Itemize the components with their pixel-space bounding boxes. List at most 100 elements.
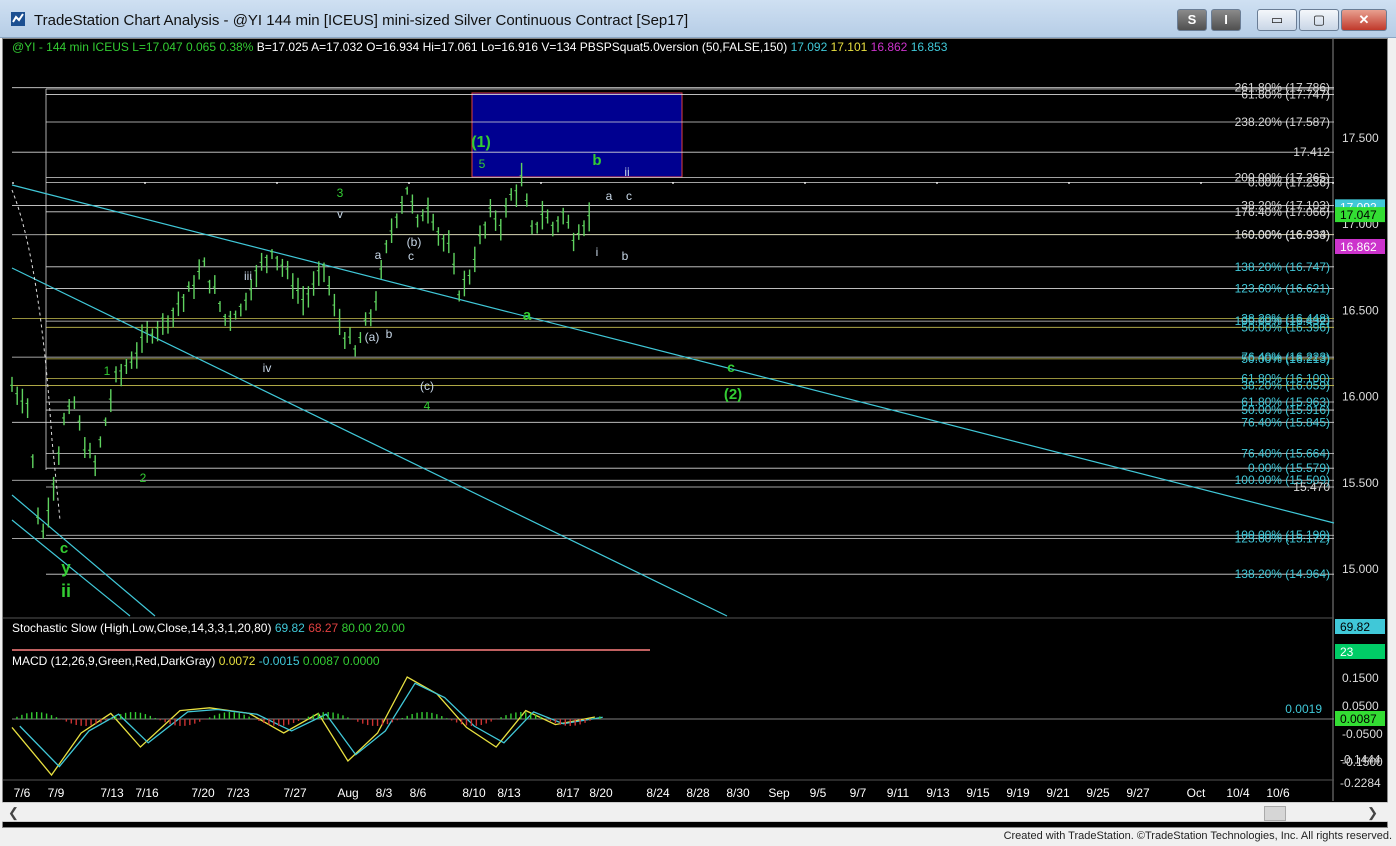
symbol-label: @YI - 144 min ICEUS (12, 40, 129, 54)
symbol-link-i-button[interactable]: I (1211, 9, 1241, 31)
time-axis-tick: 7/6 (14, 786, 31, 800)
open-price: O=16.934 (366, 40, 420, 54)
macd-axis-tick: 0.0500 (1342, 699, 1379, 713)
wave-label: a (606, 189, 613, 203)
time-axis-tick: 9/13 (926, 786, 950, 800)
time-axis-tick: 9/19 (1006, 786, 1030, 800)
wave-label: iv (263, 361, 272, 375)
window-title: TradeStation Chart Analysis - @YI 144 mi… (34, 12, 689, 29)
trendline (11, 184, 1335, 524)
macd-label: MACD (12,26,9,Green,Red,DarkGray) (12, 654, 216, 668)
fib-level-label: 15.470 (1293, 480, 1330, 494)
fib-level-label: 176.40% (17.066) (1235, 205, 1330, 219)
fib-level-label: 138.20% (16.747) (1235, 260, 1330, 274)
fib-level-label: 123.60% (15.172) (1235, 531, 1330, 545)
stochastic-k: 69.82 (274, 621, 305, 635)
time-axis-tick: 8/17 (556, 786, 580, 800)
wave-label: ii (61, 581, 71, 601)
macd-zero: 0.0000 (342, 654, 380, 668)
time-axis-tick: Aug (337, 786, 358, 800)
scroll-right-arrow-icon[interactable]: ❯ (1367, 805, 1378, 821)
time-axis-tick: 8/30 (726, 786, 750, 800)
wave-label: c (60, 540, 68, 557)
wave-label: 1 (104, 364, 111, 378)
wave-label: 2 (140, 471, 147, 485)
pct-change: 0.38% (219, 40, 254, 54)
fib-level-label: 123.60% (16.621) (1235, 282, 1330, 296)
target-zone-box (471, 92, 683, 178)
wave-label: b (386, 327, 393, 341)
wave-label: i (596, 245, 599, 259)
title-bar: TradeStation Chart Analysis - @YI 144 mi… (0, 0, 1396, 38)
price-axis-tick: 16.500 (1342, 303, 1379, 317)
macd-signal-line (19, 682, 603, 768)
last-price: L=17.047 (132, 40, 183, 54)
time-axis-tick: 7/9 (48, 786, 65, 800)
wave-label: y (61, 558, 71, 577)
macd-tag: -0.1444 (1340, 752, 1381, 766)
horizontal-scrollbar[interactable]: ❮ ❯ (2, 802, 1388, 822)
tradestation-app-icon (11, 12, 25, 26)
macd-status-line: MACD (12,26,9,Green,Red,DarkGray) 0.0072… (12, 654, 380, 668)
time-axis-tick: 8/24 (646, 786, 670, 800)
wave-label: c (727, 359, 735, 375)
price-axis-tick: 16.000 (1342, 390, 1379, 404)
stoch-d-tag: 23 (1340, 645, 1354, 659)
price-axis-tick: 15.500 (1342, 476, 1379, 490)
wave-label: c (408, 249, 414, 263)
fib-level-label: 138.20% (14.964) (1235, 567, 1330, 581)
projection-dotted-path (11, 189, 61, 521)
wave-label: b (622, 249, 629, 263)
trendline (11, 267, 728, 617)
wave-label: a (375, 248, 382, 262)
symbol-link-s-button[interactable]: S (1177, 9, 1207, 31)
time-axis-tick: Sep (768, 786, 790, 800)
wave-label: (a) (365, 330, 380, 344)
time-axis-tick: 9/15 (966, 786, 990, 800)
maximize-button[interactable]: ▢ (1299, 9, 1339, 31)
trendline (11, 494, 156, 617)
wave-label: iii (244, 269, 252, 283)
time-axis-tick: 9/21 (1046, 786, 1070, 800)
time-axis-tick: 8/13 (497, 786, 521, 800)
close-button[interactable]: ✕ (1341, 9, 1387, 31)
scroll-left-arrow-icon[interactable]: ❮ (8, 805, 19, 821)
chart-area[interactable]: 261.80% (17.786) 61.80% (17.747) 238.20% (… (2, 38, 1388, 828)
fib-level-label: 38.20% (16.059) (1241, 378, 1330, 392)
footer: Created with TradeStation. ©TradeStation… (0, 828, 1396, 846)
macd-avg: -0.0015 (258, 654, 300, 668)
net-change: 0.065 (185, 40, 216, 54)
time-axis-tick: 7/13 (100, 786, 124, 800)
stochastic-ob: 80.00 (341, 621, 372, 635)
fib-level-label: 17.412 (1293, 145, 1330, 159)
macd-tag: -0.2284 (1340, 776, 1381, 790)
fib-level-label: 76.40% (15.664) (1241, 447, 1330, 461)
time-axis-tick: 7/20 (191, 786, 215, 800)
fib-level-label: 0.00% (17.236) (1248, 176, 1330, 190)
minimize-button[interactable]: ▭ (1257, 9, 1297, 31)
time-axis-tick: Oct (1187, 786, 1206, 800)
wave-label: (1) (471, 134, 491, 151)
study-value-3: 16.862 (870, 40, 908, 54)
symbol-status-line: @YI - 144 min ICEUS L=17.047 0.065 0.38%… (12, 40, 947, 54)
trendline (11, 519, 131, 617)
wave-label: (c) (420, 379, 434, 393)
wave-label: 4 (424, 399, 431, 413)
wave-label: (b) (407, 235, 422, 249)
study-value-2: 17.101 (830, 40, 868, 54)
macd-axis-tick: 0.1500 (1342, 671, 1379, 685)
wave-label: v (337, 207, 343, 221)
time-axis-tick: 7/16 (135, 786, 159, 800)
wave-label: (2) (724, 386, 742, 403)
macd-axis-tick: -0.0500 (1342, 727, 1383, 741)
scroll-thumb[interactable] (1264, 806, 1286, 821)
study-name: PBSPSquat5.0version (50,FALSE,150) (579, 40, 788, 54)
time-axis-tick: 10/4 (1226, 786, 1250, 800)
wave-label: ii (624, 165, 629, 179)
time-axis-tick: 9/25 (1086, 786, 1110, 800)
price-tag-label: 17.047 (1340, 208, 1377, 222)
fib-level-label: 238.20% (17.587) (1235, 115, 1330, 129)
time-axis-tick: 8/28 (686, 786, 710, 800)
chart-canvas[interactable]: 261.80% (17.786)61.80% (17.747)238.20% (… (3, 39, 1387, 801)
ask-price: A=17.032 (311, 40, 363, 54)
